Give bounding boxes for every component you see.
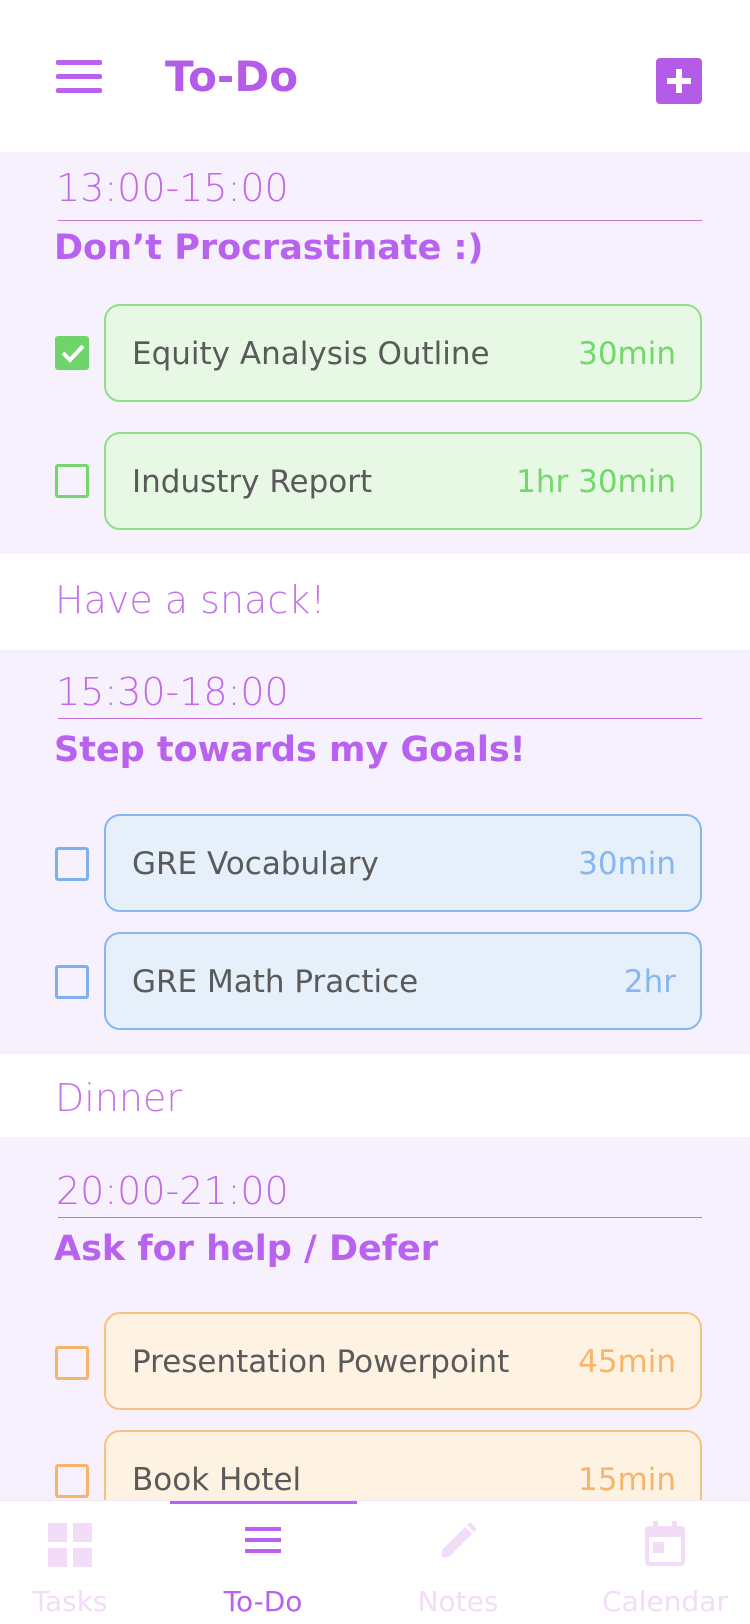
bottom-tab-bar: Tasks To-Do Notes Calendar [0, 1500, 750, 1624]
break-label: Dinner [55, 1076, 182, 1120]
task-duration: 15min [578, 1462, 676, 1498]
task-duration: 30min [578, 336, 676, 372]
divider [58, 220, 702, 221]
time-block: 20:00-21:00 Ask for help / Defer Present… [0, 1137, 750, 1528]
task-checkbox[interactable] [55, 847, 89, 881]
task-duration: 1hr 30min [516, 464, 676, 500]
time-range: 13:00-15:00 [56, 166, 289, 210]
page-title: To-Do [165, 52, 299, 101]
task-name: GRE Vocabulary [132, 846, 379, 882]
task-name: Equity Analysis Outline [132, 336, 490, 372]
task-checkbox[interactable] [55, 1346, 89, 1380]
task-duration: 45min [578, 1344, 676, 1380]
app-header: To-Do [0, 0, 750, 152]
time-block: 15:30-18:00 Step towards my Goals! GRE V… [0, 650, 750, 1054]
list-icon [245, 1527, 281, 1553]
tab-calendar[interactable]: Calendar [590, 1501, 740, 1624]
task-card[interactable]: Equity Analysis Outline 30min [104, 304, 702, 402]
calendar-icon [645, 1521, 685, 1566]
task-duration: 2hr [623, 964, 676, 1000]
time-block: 13:00-15:00 Don’t Procrastinate :) Equit… [0, 152, 750, 554]
grid-icon [48, 1523, 92, 1567]
task-duration: 30min [578, 846, 676, 882]
tab-label: Calendar [602, 1585, 728, 1618]
task-name: Presentation Powerpoint [132, 1344, 510, 1380]
add-task-button[interactable] [656, 58, 702, 104]
tab-tasks[interactable]: Tasks [10, 1501, 130, 1624]
task-checkbox[interactable] [55, 336, 89, 370]
task-card[interactable]: Presentation Powerpoint 45min [104, 1312, 702, 1410]
block-title: Step towards my Goals! [54, 730, 526, 770]
tab-label: To-Do [223, 1585, 303, 1618]
divider [58, 1217, 702, 1218]
block-title: Don’t Procrastinate :) [54, 228, 484, 268]
tab-notes[interactable]: Notes [398, 1501, 518, 1624]
task-name: GRE Math Practice [132, 964, 419, 1000]
task-name: Industry Report [132, 464, 373, 500]
check-icon [61, 344, 85, 363]
task-card[interactable]: Industry Report 1hr 30min [104, 432, 702, 530]
time-range: 20:00-21:00 [56, 1169, 289, 1213]
task-card[interactable]: GRE Vocabulary 30min [104, 814, 702, 912]
menu-icon[interactable] [56, 60, 104, 96]
tab-todo[interactable]: To-Do [200, 1501, 326, 1624]
tab-label: Tasks [32, 1585, 108, 1618]
tab-label: Notes [417, 1585, 499, 1618]
task-name: Book Hotel [132, 1462, 302, 1498]
task-card[interactable]: GRE Math Practice 2hr [104, 932, 702, 1030]
block-title: Ask for help / Defer [54, 1229, 438, 1269]
task-checkbox[interactable] [55, 1464, 89, 1498]
time-range: 15:30-18:00 [56, 670, 289, 714]
break-label: Have a snack! [55, 578, 326, 622]
divider [58, 718, 702, 719]
pencil-icon [442, 1522, 477, 1557]
task-checkbox[interactable] [55, 464, 89, 498]
task-checkbox[interactable] [55, 965, 89, 999]
